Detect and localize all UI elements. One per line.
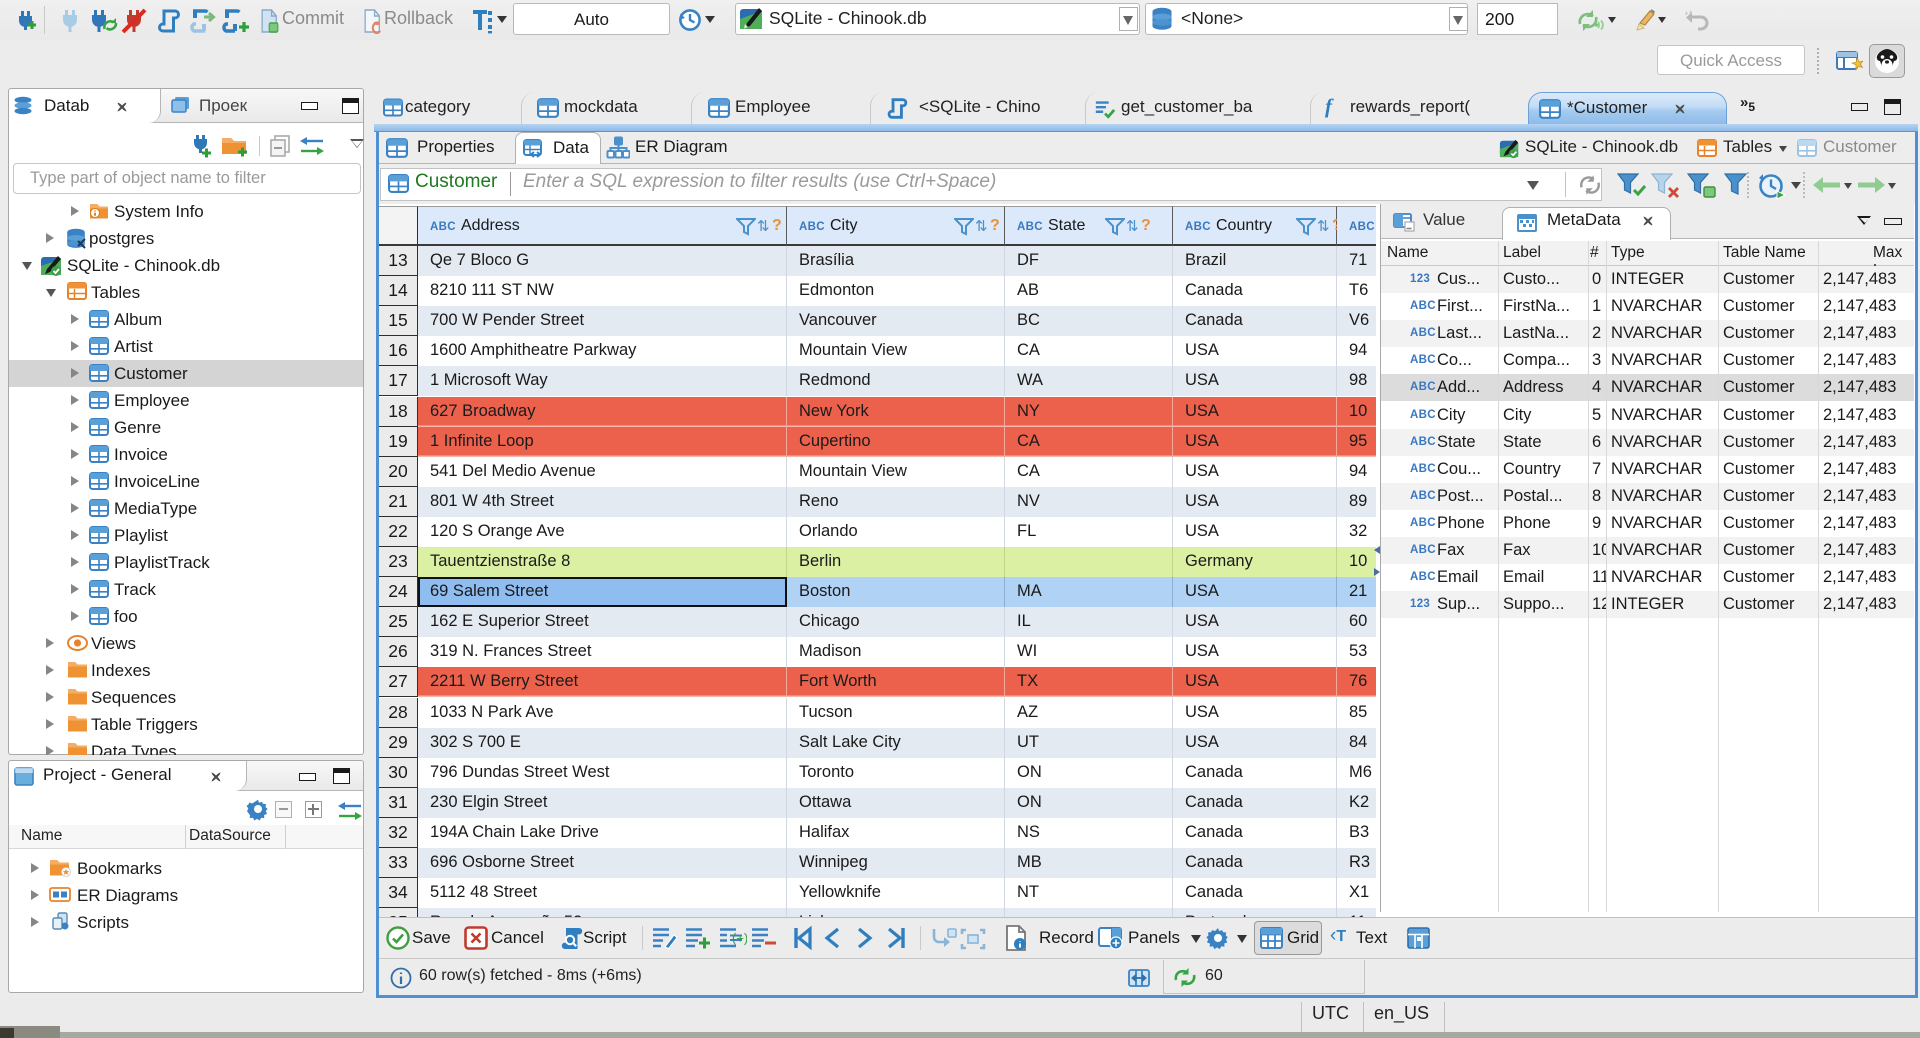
svg-text:(+): (+) bbox=[732, 931, 747, 946]
